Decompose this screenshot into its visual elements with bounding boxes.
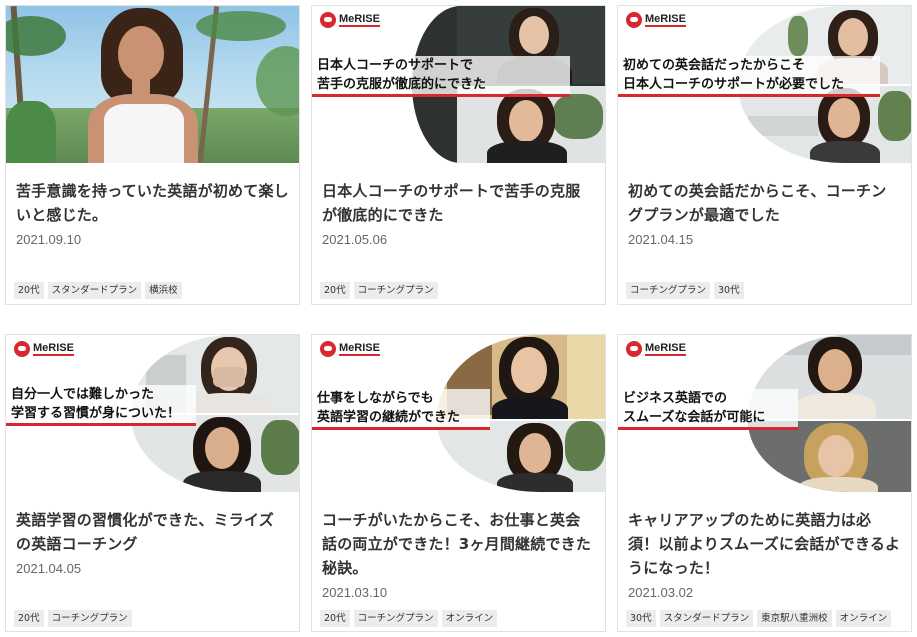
- thumbnail-caption: 自分一人では難しかった 学習する習慣が身についた！: [6, 385, 196, 426]
- merise-logo: MeRISE: [626, 341, 686, 357]
- card-thumbnail[interactable]: MeRISE 自分一人では難しかった 学習する習慣が身についた！: [6, 335, 299, 492]
- case-card[interactable]: 苦手意識を持っていた英語が初めて楽しいと感じた。 2021.09.10 20代 …: [5, 5, 300, 305]
- card-date: 2021.04.15: [628, 232, 694, 247]
- merise-logo-icon: [320, 341, 336, 357]
- tag[interactable]: 30代: [714, 282, 744, 299]
- tag[interactable]: コーチングプラン: [47, 610, 132, 627]
- tag[interactable]: コーチングプラン: [353, 282, 438, 299]
- merise-logo: MeRISE: [14, 341, 74, 357]
- thumbnail-caption: 初めての英会話だったからこそ 日本人コーチのサポートが必要でした: [618, 56, 880, 97]
- tag[interactable]: スタンダードプラン: [659, 610, 754, 627]
- tag-list: 20代 スタンダードプラン 横浜校: [14, 282, 182, 299]
- tag[interactable]: コーチングプラン: [353, 610, 438, 627]
- tag[interactable]: 横浜校: [145, 282, 182, 299]
- tag-list: 20代 コーチングプラン: [14, 610, 132, 627]
- card-date: 2021.03.02: [628, 585, 694, 600]
- merise-logo-icon: [320, 12, 336, 28]
- card-date: 2021.05.06: [322, 232, 388, 247]
- card-title[interactable]: 日本人コーチのサポートで苦手の克服が徹底的にできた: [322, 179, 595, 227]
- tag[interactable]: 30代: [626, 610, 656, 627]
- merise-logo-icon: [626, 341, 642, 357]
- tag[interactable]: 20代: [14, 610, 44, 627]
- card-thumbnail[interactable]: [6, 6, 299, 163]
- case-card[interactable]: MeRISE 日本人コーチのサポートで 苦手の克服が徹底的にできた 日本人コーチ…: [311, 5, 606, 305]
- tag-list: 20代 コーチングプラン: [320, 282, 438, 299]
- tag[interactable]: 20代: [320, 610, 350, 627]
- tag[interactable]: オンライン: [441, 610, 498, 627]
- card-date: 2021.03.10: [322, 585, 388, 600]
- thumbnail-caption: 仕事をしながらでも 英語学習の継続ができた: [312, 389, 490, 430]
- thumbnail-caption: ビジネス英語での スムーズな会話が可能に: [618, 389, 798, 430]
- merise-logo: MeRISE: [320, 12, 380, 28]
- card-date: 2021.04.05: [16, 561, 82, 576]
- tag[interactable]: 20代: [14, 282, 44, 299]
- card-thumbnail[interactable]: MeRISE ビジネス英語での スムーズな会話が可能に: [618, 335, 911, 492]
- merise-logo: MeRISE: [626, 12, 686, 28]
- tag-list: 30代 スタンダードプラン 東京駅八重洲校 オンライン: [626, 610, 892, 627]
- merise-logo-icon: [626, 12, 642, 28]
- case-card[interactable]: MeRISE 仕事をしながらでも 英語学習の継続ができた コーチがいたからこそ、…: [311, 334, 606, 632]
- case-study-grid: 苦手意識を持っていた英語が初めて楽しいと感じた。 2021.09.10 20代 …: [0, 0, 917, 637]
- tag[interactable]: スタンダードプラン: [47, 282, 142, 299]
- card-thumbnail[interactable]: MeRISE 仕事をしながらでも 英語学習の継続ができた: [312, 335, 605, 492]
- case-card[interactable]: MeRISE ビジネス英語での スムーズな会話が可能に キャリアアップのために英…: [617, 334, 912, 632]
- card-date: 2021.09.10: [16, 232, 82, 247]
- card-thumbnail[interactable]: MeRISE 日本人コーチのサポートで 苦手の克服が徹底的にできた: [312, 6, 605, 163]
- card-title[interactable]: キャリアアップのために英語力は必須！以前よりスムーズに会話ができるようになった！: [628, 508, 901, 580]
- card-title[interactable]: 英語学習の習慣化ができた、ミライズの英語コーチング: [16, 508, 289, 556]
- card-title[interactable]: コーチがいたからこそ、お仕事と英会話の両立ができた！3ヶ月間継続できた秘訣。: [322, 508, 595, 580]
- tag-list: 20代 コーチングプラン オンライン: [320, 610, 498, 627]
- card-thumbnail[interactable]: MeRISE 初めての英会話だったからこそ 日本人コーチのサポートが必要でした: [618, 6, 911, 163]
- merise-logo: MeRISE: [320, 341, 380, 357]
- merise-logo-icon: [14, 341, 30, 357]
- card-title[interactable]: 苦手意識を持っていた英語が初めて楽しいと感じた。: [16, 179, 289, 227]
- thumbnail-caption: 日本人コーチのサポートで 苦手の克服が徹底的にできた: [312, 56, 570, 97]
- card-title[interactable]: 初めての英会話だからこそ、コーチングプランが最適でした: [628, 179, 901, 227]
- tag[interactable]: オンライン: [835, 610, 892, 627]
- tag[interactable]: 東京駅八重洲校: [757, 610, 832, 627]
- case-card[interactable]: MeRISE 自分一人では難しかった 学習する習慣が身についた！ 英語学習の習慣…: [5, 334, 300, 632]
- tag[interactable]: コーチングプラン: [626, 282, 711, 299]
- tag-list: コーチングプラン 30代: [626, 282, 744, 299]
- tag[interactable]: 20代: [320, 282, 350, 299]
- case-card[interactable]: MeRISE 初めての英会話だったからこそ 日本人コーチのサポートが必要でした …: [617, 5, 912, 305]
